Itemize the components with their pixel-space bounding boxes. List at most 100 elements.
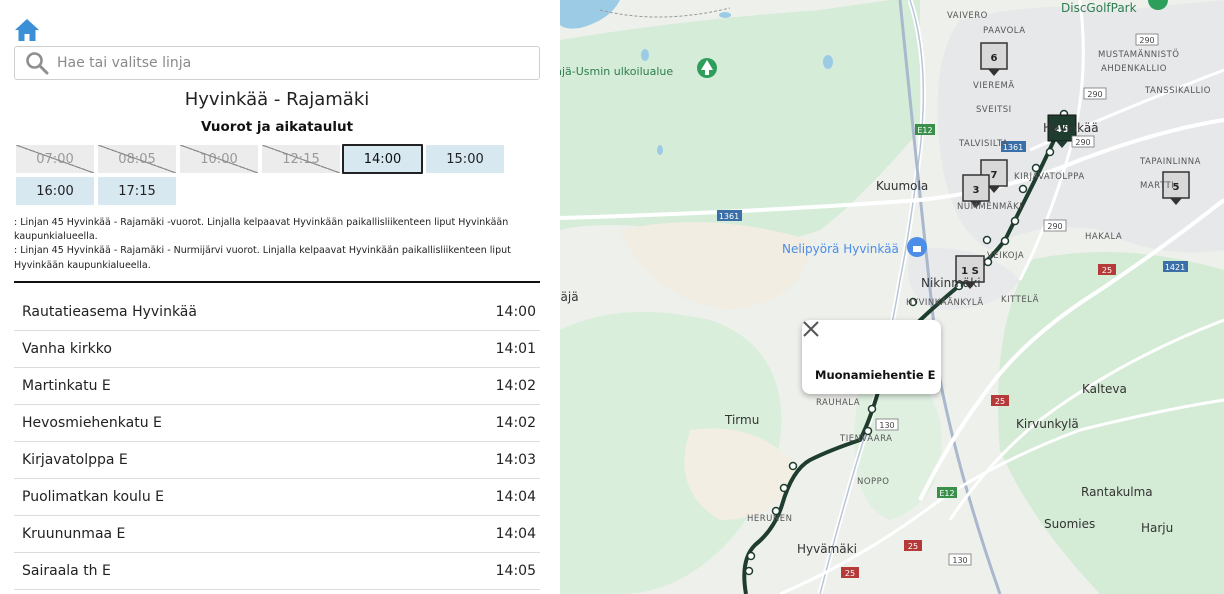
road-shield-label: E12 <box>917 126 932 135</box>
home-icon[interactable] <box>14 18 40 42</box>
stop-name: Kruununmaa E <box>22 526 126 542</box>
departure-button-1500[interactable]: 15:00 <box>426 145 504 173</box>
route-stop-dot[interactable] <box>1031 163 1041 173</box>
stop-time: 14:02 <box>495 415 536 431</box>
map-label: AHDENKALLIO <box>1101 64 1167 74</box>
map-label: Rantakulma <box>1081 485 1153 499</box>
stop-time: 14:01 <box>495 341 536 357</box>
departure-button-0700[interactable]: 07:00 <box>16 145 94 173</box>
map-canvas[interactable]: 6 7 3 5 1 S 45 290 290 290 290 E12 E12 1… <box>560 0 1224 594</box>
departure-button-1600[interactable]: 16:00 <box>16 177 94 205</box>
route-stop-dot[interactable] <box>867 404 877 414</box>
road-shield-label: 1421 <box>1165 263 1185 272</box>
map-label: TAPAINLINNA <box>1139 157 1201 167</box>
route-stop-dot[interactable] <box>1018 184 1028 194</box>
map-label: Nikinmäki <box>921 276 981 290</box>
map-label: VAIVERO <box>947 11 988 21</box>
stop-time: 14:03 <box>495 452 536 468</box>
line-search-input[interactable] <box>57 55 497 71</box>
stop-row[interactable]: Puolimatkan koulu E 14:04 <box>14 479 540 516</box>
map-label: KIRJAVATOLPPA <box>1014 172 1085 182</box>
route-stop-dot[interactable] <box>1045 147 1055 157</box>
map-label: Harju <box>1141 521 1173 535</box>
stop-name: Rautatieasema Hyvinkää <box>22 304 197 320</box>
map-label: NOPPO <box>857 477 890 487</box>
stop-name: Martinkatu E <box>22 378 111 394</box>
route-map[interactable]: 6 7 3 5 1 S 45 290 290 290 290 E12 E12 1… <box>560 0 1224 594</box>
stop-name: Hevosmiehenkatu E <box>22 415 162 431</box>
stop-name: Kirjavatolppa E <box>22 452 128 468</box>
stop-row[interactable]: Kruununmaa E 14:04 <box>14 516 540 553</box>
pond <box>719 12 731 18</box>
route-stop-dot[interactable] <box>746 551 756 561</box>
search-icon <box>26 52 49 75</box>
road-shield-label: 290 <box>1139 36 1154 45</box>
road-shield-label: 290 <box>1075 138 1090 147</box>
stop-name: Puolimatkan koulu E <box>22 489 164 505</box>
route-stop-dot[interactable] <box>779 483 789 493</box>
departure-button-1715[interactable]: 17:15 <box>98 177 176 205</box>
close-icon[interactable] <box>802 320 820 338</box>
road-shield-label: E12 <box>939 489 954 498</box>
stop-row[interactable]: Sairaala th E 14:05 <box>14 553 540 590</box>
line-marker-label: 6 <box>991 53 998 64</box>
line-marker-label: 3 <box>973 185 980 196</box>
map-label: Hyvinkää <box>1043 121 1099 135</box>
road-shield-label: 25 <box>1102 266 1112 275</box>
map-label: Jäjä <box>560 290 579 304</box>
lock-icon <box>913 246 921 252</box>
route-note: : Linjan 45 Hyvinkää - Rajamäki -vuorot.… <box>14 217 509 243</box>
stop-row[interactable]: Rautatieasema Hyvinkää 14:00 <box>14 294 540 331</box>
stop-row[interactable]: Kirjavatolppa E 14:03 <box>14 442 540 479</box>
road-shield-label: 1361 <box>719 212 739 221</box>
stop-row[interactable]: Vanha kirkko 14:01 <box>14 331 540 368</box>
route-stop-dot[interactable] <box>1000 236 1010 246</box>
map-label: VIEREMÄ <box>973 80 1015 91</box>
route-stop-dot[interactable] <box>982 235 992 245</box>
stop-row[interactable]: Hevosmiehenkatu E 14:02 <box>14 405 540 442</box>
map-label: HERUNEN <box>747 514 792 524</box>
map-label: TANSSIKALLIO <box>1144 86 1211 96</box>
stop-time: 14:05 <box>495 563 536 579</box>
route-stop-dot[interactable] <box>744 566 754 576</box>
pond <box>657 145 663 155</box>
map-label: Hyvämäki <box>797 542 857 556</box>
map-label: Nelipyörä Hyvinkää <box>782 242 899 256</box>
map-label: VEIKOJA <box>987 251 1024 261</box>
schedule-heading: Vuorot ja aikataulut <box>200 119 354 135</box>
departure-button-0805[interactable]: 08:05 <box>98 145 176 173</box>
departure-button-1400[interactable]: 14:00 <box>342 144 423 174</box>
road-shield-label: 25 <box>908 542 918 551</box>
map-label: Tirmu <box>724 413 759 427</box>
map-label: Kuumola <box>876 179 928 193</box>
stop-row[interactable]: Martinkatu E 14:02 <box>14 368 540 405</box>
road-shield-label: 290 <box>1087 90 1102 99</box>
road-shield-label: 130 <box>879 421 894 430</box>
departure-button-1215[interactable]: 12:15 <box>262 145 340 173</box>
map-label: TIENVAARA <box>839 434 892 444</box>
line-marker-label: 7 <box>991 170 998 181</box>
search-box[interactable] <box>14 46 540 80</box>
timetable-panel: Hyvinkää - Rajamäki Vuorot ja aikataulut… <box>0 0 560 594</box>
road-shield-label: 290 <box>1047 222 1062 231</box>
map-label: MARTTI <box>1140 181 1174 191</box>
route-note: : Linjan 45 Hyvinkää - Rajamäki - Nurmij… <box>14 245 511 271</box>
stop-time: 14:04 <box>495 526 536 542</box>
map-label: Jäjä-Usmin ulkoilualue <box>560 65 673 78</box>
map-label: HYVINKÄÄNKYLÄ <box>906 297 984 308</box>
road-shield-label: 25 <box>845 569 855 578</box>
departure-button-1000[interactable]: 10:00 <box>180 145 258 173</box>
popup-stop-name: Muonamiehentie E <box>815 368 936 382</box>
map-label: NUMMENMÄKI <box>957 201 1022 212</box>
route-stop-dot[interactable] <box>788 461 798 471</box>
route-stop-dot[interactable] <box>1010 216 1020 226</box>
map-label: RAUHALA <box>816 398 860 408</box>
stop-list: Rautatieasema Hyvinkää 14:00 Vanha kirkko… <box>14 294 540 590</box>
stop-time: 14:04 <box>495 489 536 505</box>
route-title: Hyvinkää - Rajamäki <box>184 89 370 110</box>
road-shield-label: 25 <box>995 397 1005 406</box>
map-label: MUSTAMÄNNISTÖ <box>1098 49 1179 60</box>
route-notes: : Linjan 45 Hyvinkää - Rajamäki -vuorot.… <box>14 216 540 273</box>
map-label: HAKALA <box>1085 232 1122 242</box>
map-label: PAAVOLA <box>983 26 1026 36</box>
